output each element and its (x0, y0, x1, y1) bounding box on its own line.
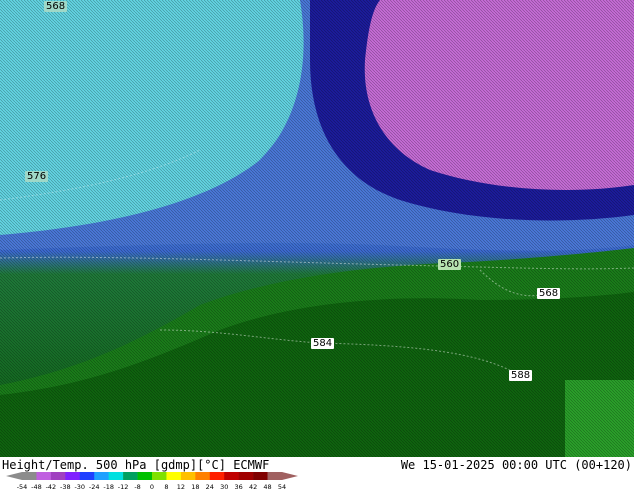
scale-swatch (209, 472, 225, 480)
scale-tick-label: -48 (31, 483, 42, 490)
color-scale-legend: -54 -48 -42 -38 -30 -24 -18 -12 -8 0 8 12 18 24 30 36 42… (6, 472, 298, 490)
scale-swatch (50, 472, 66, 480)
contour-label: 568 (537, 288, 561, 299)
scale-tick-label: 30 (220, 483, 228, 490)
scale-swatch (195, 472, 211, 480)
scale-tick-label: -54 (17, 483, 28, 490)
scale-arrow-right (282, 472, 298, 480)
scale-swatch (65, 472, 81, 480)
scale-swatch (253, 472, 268, 480)
contour-label: 584 (311, 338, 335, 349)
weather-map-view: 568 576 560 568 584 588 Height/Temp. 500… (0, 0, 634, 490)
scale-swatch (22, 472, 37, 480)
scale-tick-label: -12 (118, 483, 129, 490)
scale-tick-label: 0 (150, 483, 154, 490)
scale-swatch (79, 472, 95, 480)
scale-swatch (166, 472, 182, 480)
scale-tick-label: -24 (89, 483, 100, 490)
scale-tick-label: 42 (249, 483, 257, 490)
contour-label: 576 (25, 171, 49, 182)
scale-arrow-left (6, 472, 22, 480)
scale-tick-label: 8 (164, 483, 168, 490)
scale-tick-label: 48 (263, 483, 271, 490)
scale-tick-label: -8 (134, 483, 140, 490)
scale-tick-label: -30 (74, 483, 85, 490)
scale-tick-label: 18 (191, 483, 199, 490)
scale-tick-label: -38 (60, 483, 71, 490)
scale-tick-label: 36 (235, 483, 243, 490)
scale-swatch (123, 472, 138, 480)
scale-tick-label: -42 (46, 483, 57, 490)
scale-swatch (94, 472, 109, 480)
scale-swatch (267, 472, 283, 480)
map-canvas (0, 0, 634, 457)
scale-tick-label: -18 (103, 483, 114, 490)
scale-swatch (36, 472, 52, 480)
scale-tick-label: 12 (177, 483, 185, 490)
hatch-texture (0, 0, 634, 457)
scale-swatch (137, 472, 153, 480)
contour-label: 588 (509, 370, 533, 381)
scale-tick-label: 24 (206, 483, 214, 490)
scale-swatch (108, 472, 124, 480)
scale-tick-label: 54 (278, 483, 286, 490)
contour-label: 568 (44, 1, 68, 12)
scale-swatch (238, 472, 254, 480)
forecast-time: We 15-01-2025 00:00 UTC (00+120) (400, 458, 632, 472)
scale-swatch (224, 472, 239, 480)
scale-swatch (152, 472, 167, 480)
scale-swatch (180, 472, 196, 480)
contour-label: 560 (438, 259, 462, 270)
